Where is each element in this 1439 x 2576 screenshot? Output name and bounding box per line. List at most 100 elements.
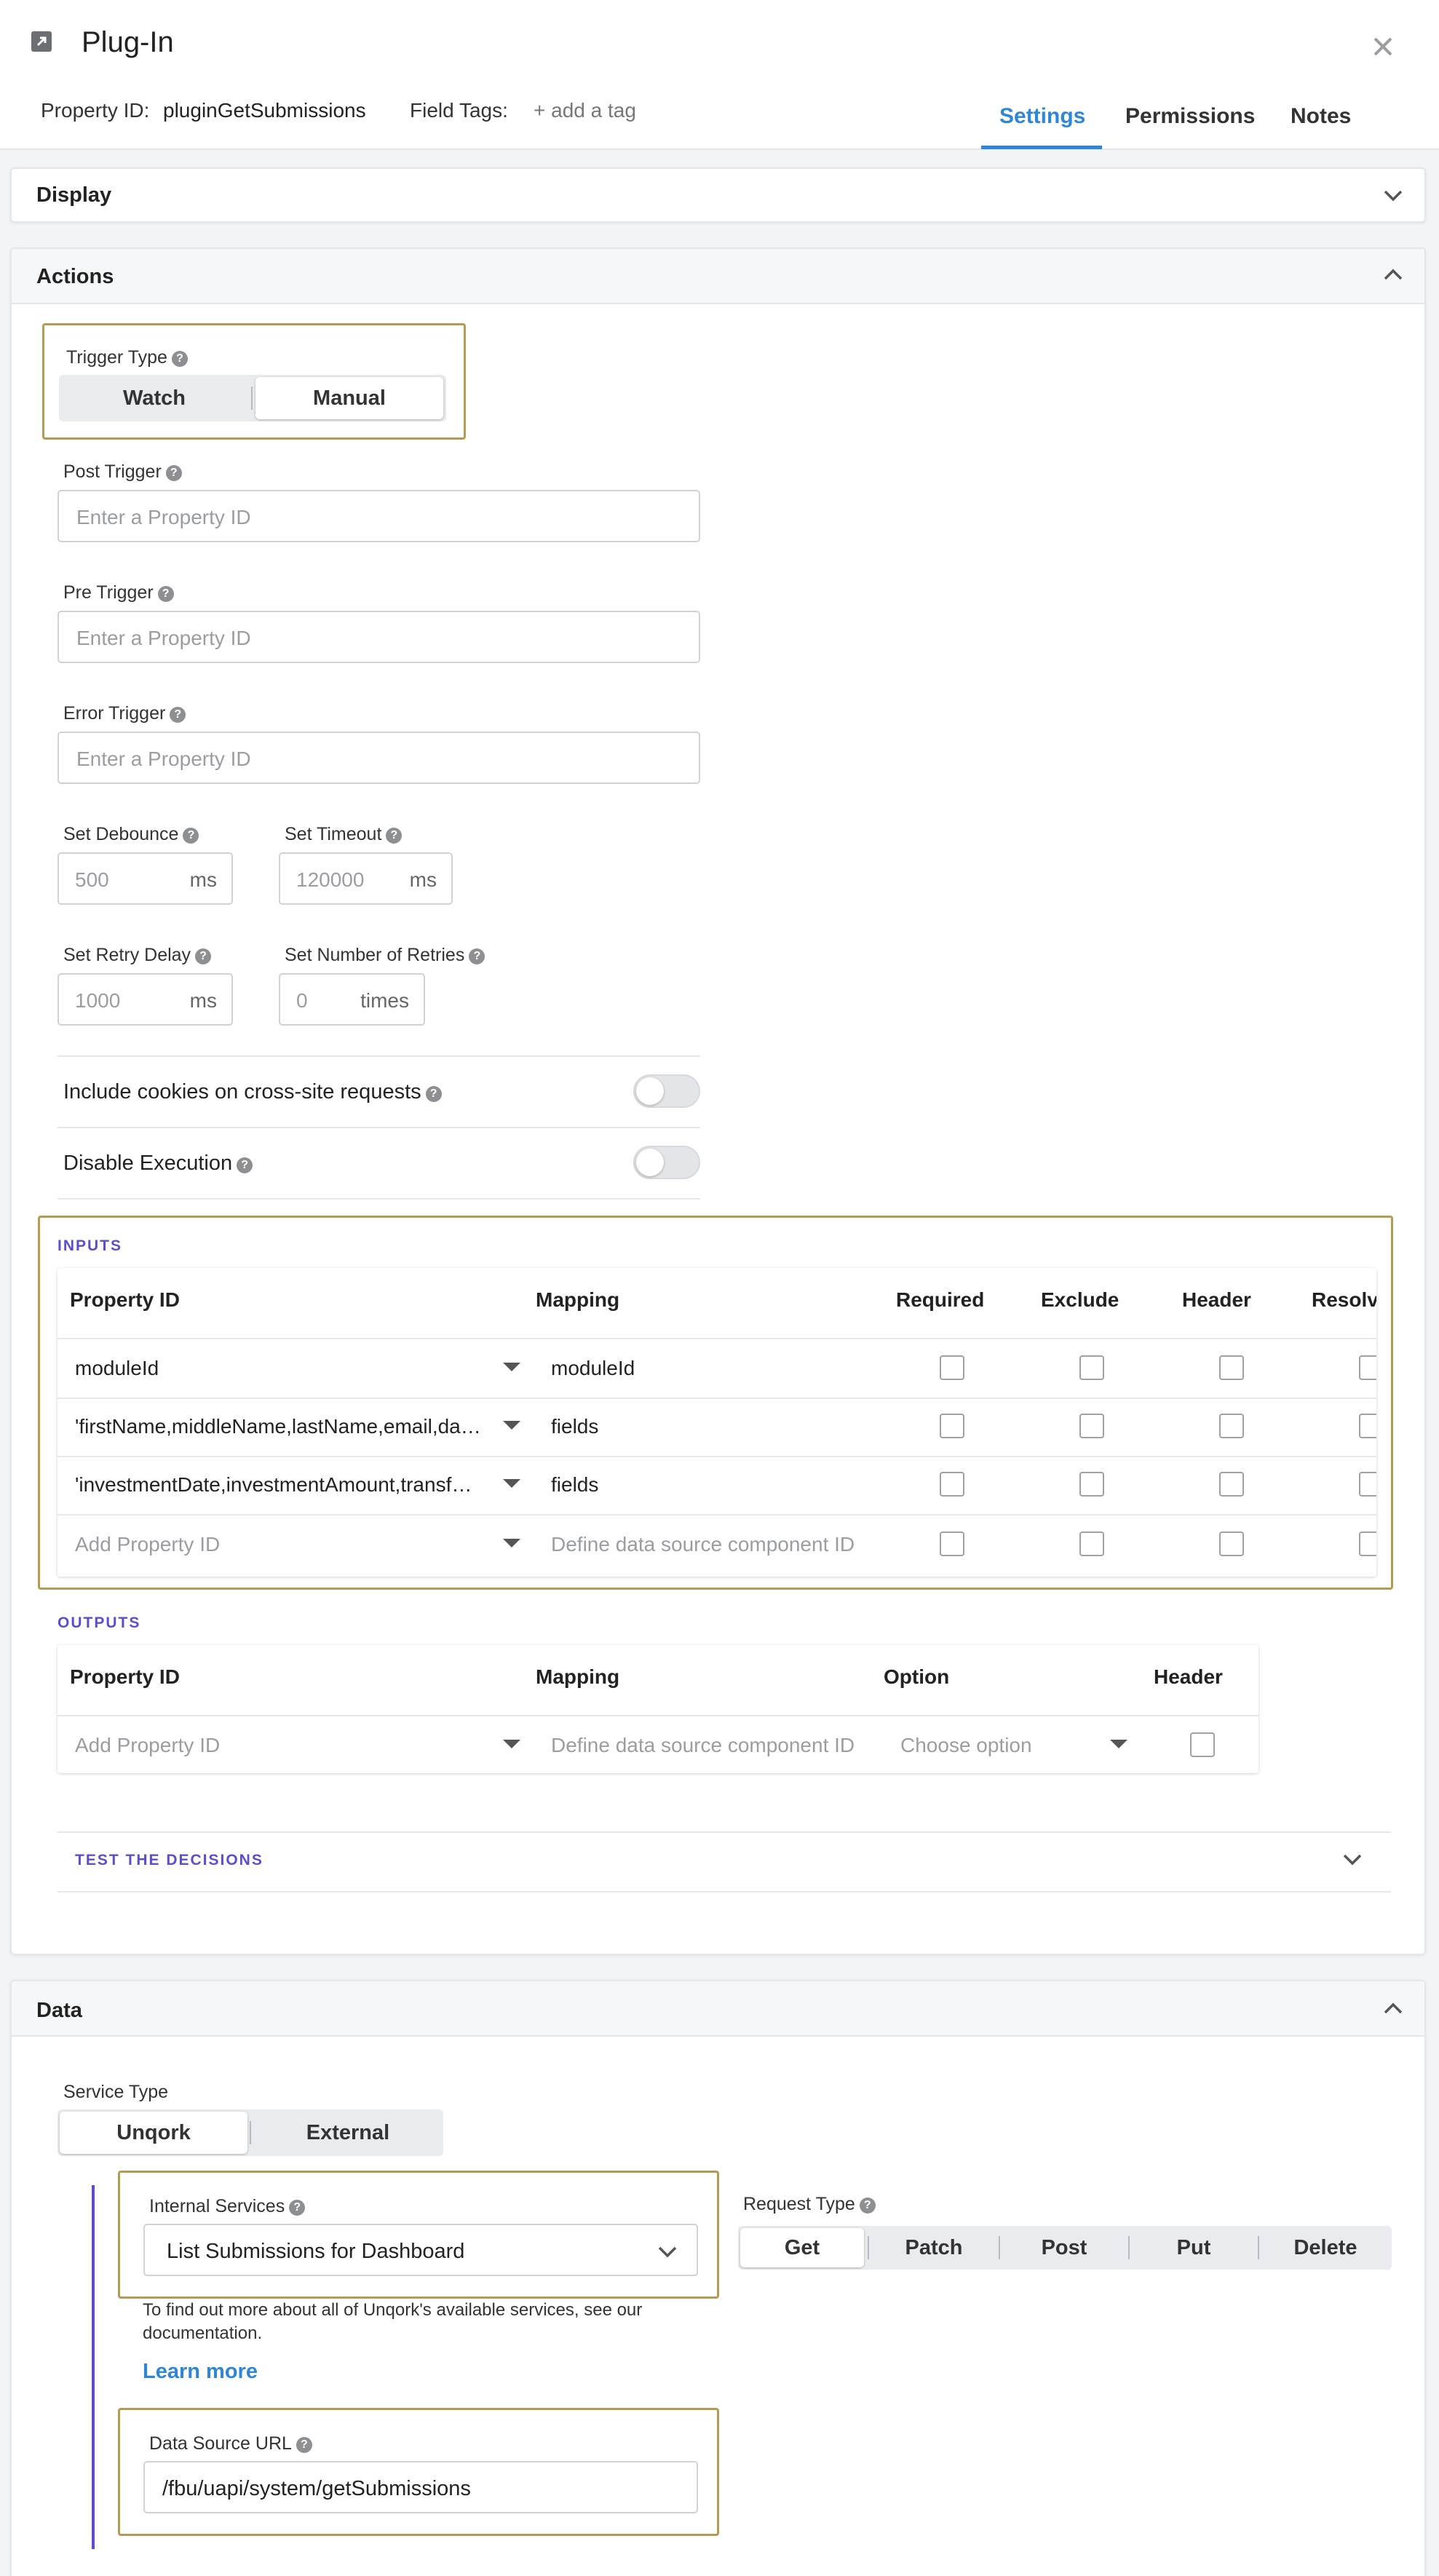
table-row: 'investmentDate,investmentAmount,transf…… — [58, 1457, 1376, 1514]
data-source-url-input[interactable]: /fbu/uapi/system/getSubmissions — [143, 2461, 698, 2513]
request-put-button[interactable]: Put — [1130, 2226, 1258, 2270]
retry-delay-placeholder: 1000 — [75, 989, 121, 1012]
data-source-url-value: /fbu/uapi/system/getSubmissions — [162, 2477, 471, 2500]
service-unqork-button[interactable]: Unqork — [60, 2112, 247, 2154]
data-panel-header[interactable]: Data — [12, 1981, 1424, 2037]
post-trigger-input[interactable]: Enter a Property ID — [58, 490, 700, 542]
test-decisions-toggle[interactable]: TEST THE DECISIONS — [75, 1852, 263, 1869]
dropdown-caret-icon[interactable] — [503, 1740, 520, 1748]
actions-panel-header[interactable]: Actions — [12, 249, 1424, 304]
dropdown-caret-icon[interactable] — [503, 1421, 520, 1430]
pre-trigger-input[interactable]: Enter a Property ID — [58, 611, 700, 663]
mapping-input[interactable]: Define data source component ID — [551, 1533, 855, 1556]
help-icon[interactable]: ? — [183, 828, 199, 844]
help-icon[interactable]: ? — [386, 828, 403, 844]
trigger-type-toggle: Watch Manual — [59, 375, 446, 421]
divider — [58, 1055, 700, 1057]
chevron-down-icon[interactable] — [1383, 186, 1403, 207]
mapping-cell[interactable]: fields — [551, 1473, 598, 1497]
inputs-caption: INPUTS — [58, 1237, 123, 1254]
internal-services-select[interactable]: List Submissions for Dashboard — [143, 2224, 698, 2276]
required-checkbox[interactable] — [940, 1414, 964, 1438]
help-icon[interactable]: ? — [296, 2437, 312, 2453]
display-panel[interactable]: Display — [10, 167, 1426, 223]
resolve-checkbox[interactable] — [1359, 1355, 1376, 1380]
exclude-checkbox[interactable] — [1079, 1472, 1104, 1497]
include-cookies-toggle[interactable] — [633, 1074, 700, 1108]
set-retry-delay-input[interactable]: 1000 ms — [58, 973, 233, 1026]
help-icon[interactable]: ? — [171, 351, 188, 367]
tab-settings[interactable]: Settings — [999, 104, 1085, 129]
mapping-input[interactable]: Define data source component ID — [551, 1734, 855, 1757]
set-timeout-input[interactable]: 120000 ms — [279, 852, 453, 905]
exclude-checkbox[interactable] — [1079, 1414, 1104, 1438]
outputs-caption: OUTPUTS — [58, 1614, 141, 1631]
column-header: Header — [1154, 1665, 1223, 1688]
error-trigger-input[interactable]: Enter a Property ID — [58, 732, 700, 784]
help-icon[interactable]: ? — [469, 948, 485, 964]
trigger-watch-button[interactable]: Watch — [59, 375, 250, 421]
required-checkbox[interactable] — [940, 1355, 964, 1380]
column-header: Required — [896, 1288, 985, 1311]
tab-notes[interactable]: Notes — [1291, 104, 1351, 129]
mapping-cell[interactable]: fields — [551, 1415, 598, 1438]
mapping-cell[interactable]: moduleId — [551, 1357, 635, 1380]
dropdown-caret-icon[interactable] — [503, 1479, 520, 1488]
help-icon[interactable]: ? — [195, 948, 212, 964]
chevron-down-icon[interactable] — [1342, 1850, 1363, 1871]
request-post-button[interactable]: Post — [1000, 2226, 1128, 2270]
dropdown-caret-icon[interactable] — [503, 1363, 520, 1371]
property-id-cell[interactable]: 'firstName,middleName,lastName,email,da… — [75, 1415, 490, 1438]
field-tags-label: Field Tags: — [410, 99, 508, 122]
header-checkbox[interactable] — [1190, 1732, 1215, 1757]
request-get-button[interactable]: Get — [740, 2228, 864, 2267]
chevron-up-icon[interactable] — [1383, 2000, 1403, 2021]
required-checkbox[interactable] — [940, 1531, 964, 1556]
header-checkbox[interactable] — [1219, 1531, 1244, 1556]
dropdown-caret-icon[interactable] — [503, 1539, 520, 1547]
property-id-cell[interactable]: moduleId — [75, 1357, 159, 1380]
disable-execution-toggle[interactable] — [633, 1146, 700, 1179]
property-id-cell[interactable]: 'investmentDate,investmentAmount,transf… — [75, 1473, 490, 1497]
option-select[interactable]: Choose option — [900, 1734, 1032, 1757]
external-link-icon — [31, 31, 52, 52]
chevron-down-icon[interactable] — [657, 2243, 678, 2264]
request-delete-button[interactable]: Delete — [1259, 2226, 1392, 2270]
header-checkbox[interactable] — [1219, 1355, 1244, 1380]
help-icon[interactable]: ? — [859, 2197, 876, 2214]
header-checkbox[interactable] — [1219, 1414, 1244, 1438]
set-debounce-input[interactable]: 500 ms — [58, 852, 233, 905]
tab-permissions[interactable]: Permissions — [1125, 104, 1255, 129]
required-checkbox[interactable] — [940, 1472, 964, 1497]
resolve-checkbox[interactable] — [1359, 1472, 1376, 1497]
request-patch-button[interactable]: Patch — [869, 2226, 999, 2270]
resolve-checkbox[interactable] — [1359, 1531, 1376, 1556]
error-trigger-label: Error Trigger? — [63, 703, 186, 724]
exclude-checkbox[interactable] — [1079, 1355, 1104, 1380]
service-external-button[interactable]: External — [253, 2109, 443, 2156]
chevron-up-icon[interactable] — [1383, 266, 1403, 288]
dropdown-caret-icon[interactable] — [1110, 1740, 1127, 1748]
pre-trigger-placeholder: Enter a Property ID — [76, 627, 251, 649]
add-property-id-input[interactable]: Add Property ID — [75, 1533, 220, 1556]
header-checkbox[interactable] — [1219, 1472, 1244, 1497]
set-retry-delay-label: Set Retry Delay? — [63, 945, 212, 966]
exclude-checkbox[interactable] — [1079, 1531, 1104, 1556]
help-icon[interactable]: ? — [289, 2200, 306, 2216]
help-icon[interactable]: ? — [170, 707, 186, 723]
add-property-id-input[interactable]: Add Property ID — [75, 1734, 220, 1757]
segment-divider — [250, 2121, 251, 2144]
help-icon[interactable]: ? — [157, 586, 174, 602]
help-icon[interactable]: ? — [165, 465, 182, 481]
close-icon[interactable] — [1371, 35, 1395, 58]
column-header: Option — [884, 1665, 950, 1688]
resolve-checkbox[interactable] — [1359, 1414, 1376, 1438]
set-retries-input[interactable]: 0 times — [279, 973, 425, 1026]
add-tag-link[interactable]: + add a tag — [534, 99, 636, 122]
column-header: Header — [1182, 1288, 1251, 1311]
learn-more-link[interactable]: Learn more — [143, 2360, 258, 2384]
trigger-manual-button[interactable]: Manual — [255, 377, 443, 419]
data-panel: Data Service Type Unqork External Intern… — [10, 1980, 1426, 2576]
help-icon[interactable]: ? — [425, 1086, 442, 1102]
help-icon[interactable]: ? — [237, 1157, 253, 1173]
